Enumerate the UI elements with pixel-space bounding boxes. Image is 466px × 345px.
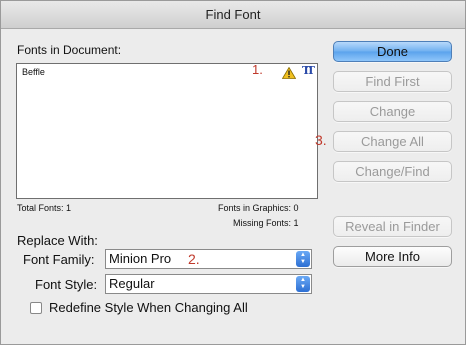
font-list[interactable]: Beffle 1. TT: [16, 63, 318, 199]
font-style-field[interactable]: Regular ▲ ▼: [105, 274, 312, 294]
annotation-1: 1.: [252, 62, 263, 77]
replace-with-heading: Replace With:: [17, 233, 98, 248]
change-all-button[interactable]: Change All: [333, 131, 452, 152]
font-family-value: Minion Pro: [109, 251, 172, 266]
change-find-button[interactable]: Change/Find: [333, 161, 452, 182]
annotation-2: 2.: [188, 251, 200, 267]
font-type-icon: TT: [302, 64, 315, 77]
redefine-style-checkbox[interactable]: [30, 302, 42, 314]
window-title: Find Font: [1, 1, 465, 29]
font-style-value: Regular: [109, 276, 155, 291]
font-family-label: Font Family:: [23, 252, 95, 267]
list-item[interactable]: Beffle 1. TT: [18, 62, 316, 79]
warning-icon: [282, 67, 296, 79]
font-name: Beffle: [22, 67, 45, 77]
change-button[interactable]: Change: [333, 101, 452, 122]
font-style-stepper[interactable]: ▲ ▼: [296, 276, 310, 292]
font-style-label: Font Style:: [35, 277, 98, 292]
find-font-dialog: Find Font Fonts in Document: Beffle 1. T…: [0, 0, 466, 345]
more-info-button[interactable]: More Info: [333, 246, 452, 267]
reveal-in-finder-button[interactable]: Reveal in Finder: [333, 216, 452, 237]
annotation-3: 3.: [315, 132, 327, 148]
done-button[interactable]: Done: [333, 41, 452, 62]
font-family-stepper[interactable]: ▲ ▼: [296, 251, 310, 267]
find-first-button[interactable]: Find First: [333, 71, 452, 92]
fonts-in-document-label: Fonts in Document:: [17, 43, 122, 57]
fonts-in-graphics: Fonts in Graphics: 0: [218, 203, 299, 213]
redefine-style-label: Redefine Style When Changing All: [49, 300, 248, 315]
total-fonts: Total Fonts: 1: [17, 203, 72, 213]
missing-fonts: Missing Fonts: 1: [233, 218, 299, 228]
font-family-field[interactable]: Minion Pro 2. ▲ ▼: [105, 249, 312, 269]
